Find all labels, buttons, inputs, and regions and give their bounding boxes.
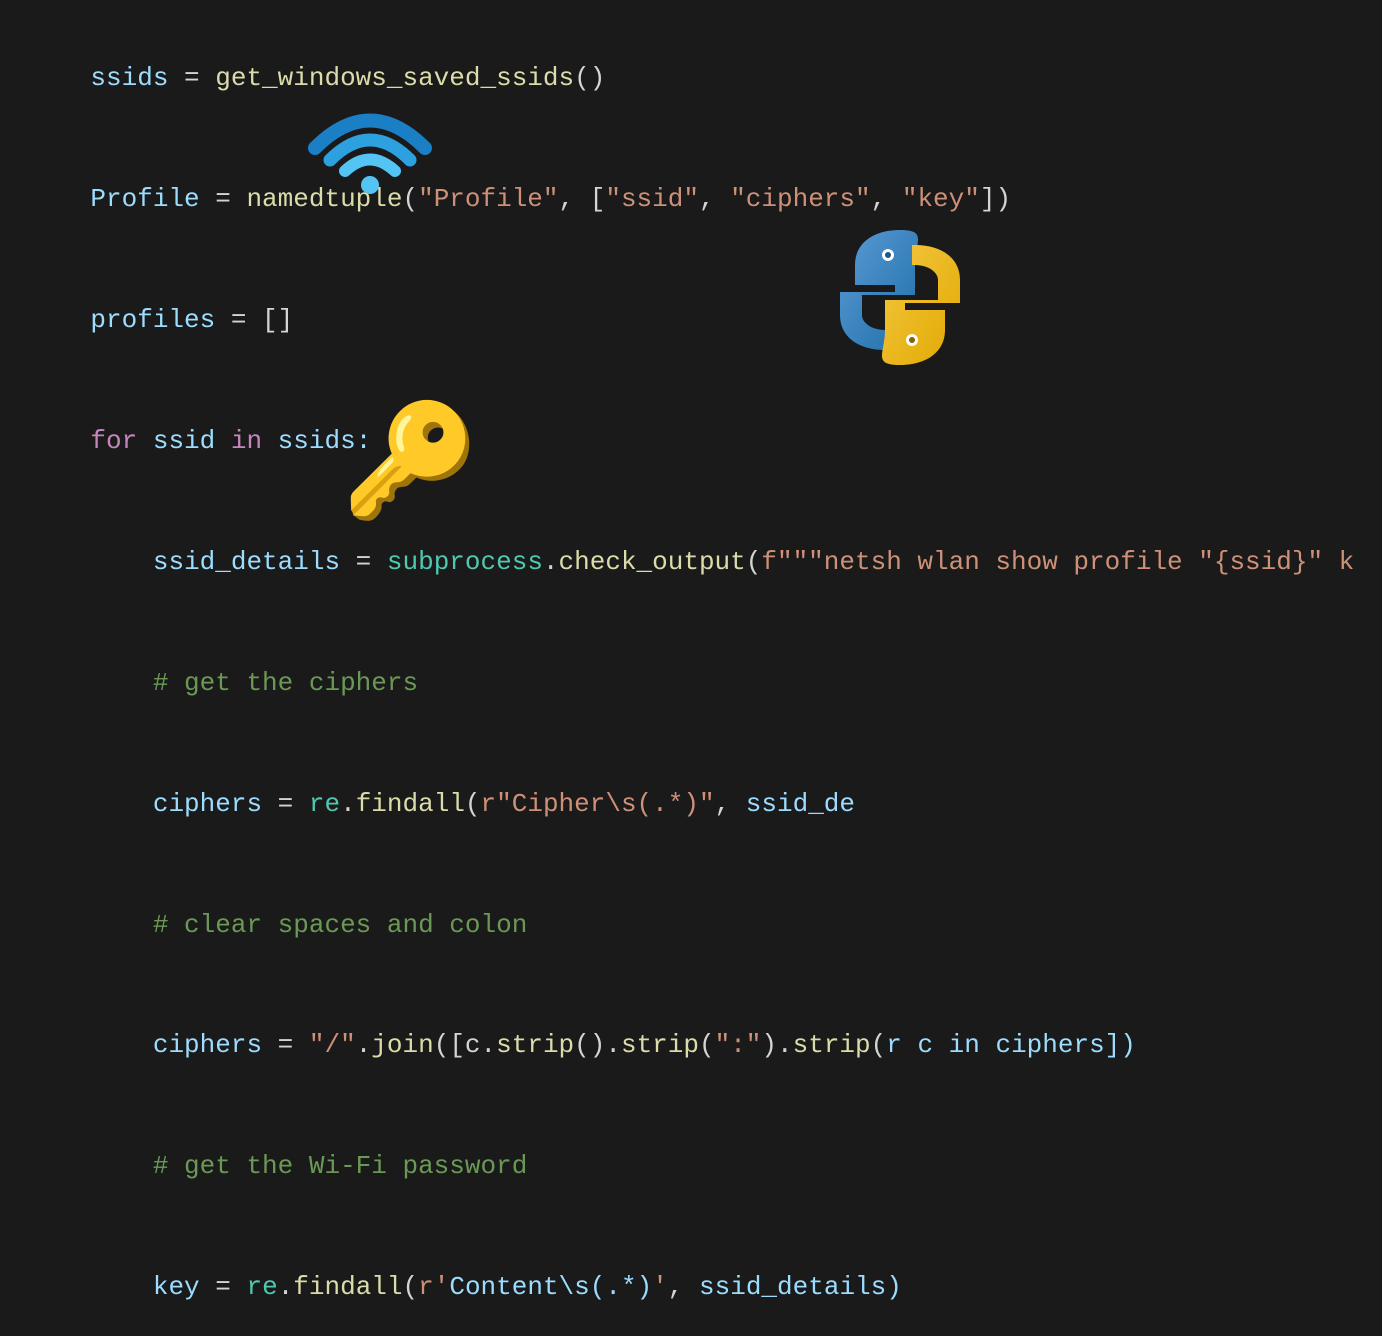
token: ().	[574, 1030, 621, 1060]
code-line-2: Profile = namedtuple("Profile", ["ssid",…	[28, 139, 1382, 260]
token: "key"	[902, 184, 980, 214]
code-line-5: ssid_details = subprocess.check_output(f…	[28, 502, 1382, 623]
token: =	[168, 63, 215, 93]
token: (	[746, 547, 762, 577]
token: strip	[496, 1030, 574, 1060]
code-line-4: for ssid in ssids:	[28, 381, 1382, 502]
token: strip	[793, 1030, 871, 1060]
token: for	[90, 426, 137, 456]
token: r c in ciphers])	[886, 1030, 1136, 1060]
code-line-10: # get the Wi-Fi password	[28, 1106, 1382, 1227]
token: subprocess	[387, 547, 543, 577]
token: ).	[761, 1030, 792, 1060]
token	[90, 1272, 152, 1302]
token: ssids:	[262, 426, 371, 456]
token: ssid_details)	[699, 1272, 902, 1302]
token: Profile	[90, 184, 199, 214]
code-editor: ssids = get_windows_saved_ssids() Profil…	[0, 0, 1382, 1336]
code-line-6: # get the ciphers	[28, 622, 1382, 743]
token: key	[153, 1272, 200, 1302]
token: # clear spaces and colon	[90, 910, 527, 940]
token: .	[356, 1030, 372, 1060]
code-line-7: ciphers = re.findall(r"Cipher\s(.*)", ss…	[28, 743, 1382, 864]
token: ,	[715, 789, 746, 819]
token: (	[699, 1030, 715, 1060]
token: re	[309, 789, 340, 819]
token: ,	[871, 184, 902, 214]
token: =	[340, 547, 387, 577]
token: ciphers	[153, 789, 262, 819]
code-line-8: # clear spaces and colon	[28, 864, 1382, 985]
token: , [	[559, 184, 606, 214]
token: ssid_details	[153, 547, 340, 577]
token: =	[262, 1030, 309, 1060]
token: r'	[418, 1272, 449, 1302]
token: (	[871, 1030, 887, 1060]
token: ssid	[137, 426, 231, 456]
token: .	[543, 547, 559, 577]
token: ([c.	[434, 1030, 496, 1060]
token: ])	[980, 184, 1011, 214]
token: "Profile"	[418, 184, 558, 214]
token: =	[200, 1272, 247, 1302]
token	[90, 547, 152, 577]
token: =	[262, 789, 309, 819]
token: profiles	[90, 305, 215, 335]
token: .	[278, 1272, 294, 1302]
token	[90, 1030, 152, 1060]
token: join	[371, 1030, 433, 1060]
token: get_windows_saved_ssids	[215, 63, 574, 93]
token: ssid_de	[746, 789, 855, 819]
token	[90, 789, 152, 819]
token: "ciphers"	[730, 184, 870, 214]
token: f"""netsh wlan show profile "{ssid}" k	[761, 547, 1354, 577]
token: ssids	[90, 63, 168, 93]
token: ()	[574, 63, 605, 93]
token: # get the Wi-Fi password	[90, 1151, 527, 1181]
token: findall	[356, 789, 465, 819]
token: "ssid"	[605, 184, 699, 214]
token: in	[231, 426, 262, 456]
token: = []	[215, 305, 293, 335]
token: ,	[668, 1272, 699, 1302]
code-line-3: profiles = []	[28, 260, 1382, 381]
token: r"Cipher\s(.*)"	[481, 789, 715, 819]
token: findall	[293, 1272, 402, 1302]
token: ciphers	[153, 1030, 262, 1060]
code-line-9: ciphers = "/".join([c.strip().strip(":")…	[28, 985, 1382, 1106]
token: '	[652, 1272, 668, 1302]
code-line-11: key = re.findall(r'Content\s(.*)', ssid_…	[28, 1227, 1382, 1336]
token: =	[200, 184, 247, 214]
token: ":"	[715, 1030, 762, 1060]
token: ,	[699, 184, 730, 214]
token: namedtuple	[246, 184, 402, 214]
token: check_output	[559, 547, 746, 577]
token: (	[465, 789, 481, 819]
code-line-1: ssids = get_windows_saved_ssids()	[28, 18, 1382, 139]
token: .	[340, 789, 356, 819]
token: strip	[621, 1030, 699, 1060]
token: # get the ciphers	[90, 668, 418, 698]
token: Content\s(.*)	[449, 1272, 652, 1302]
token: "/"	[309, 1030, 356, 1060]
token: re	[246, 1272, 277, 1302]
token: (	[403, 1272, 419, 1302]
token: (	[402, 184, 418, 214]
